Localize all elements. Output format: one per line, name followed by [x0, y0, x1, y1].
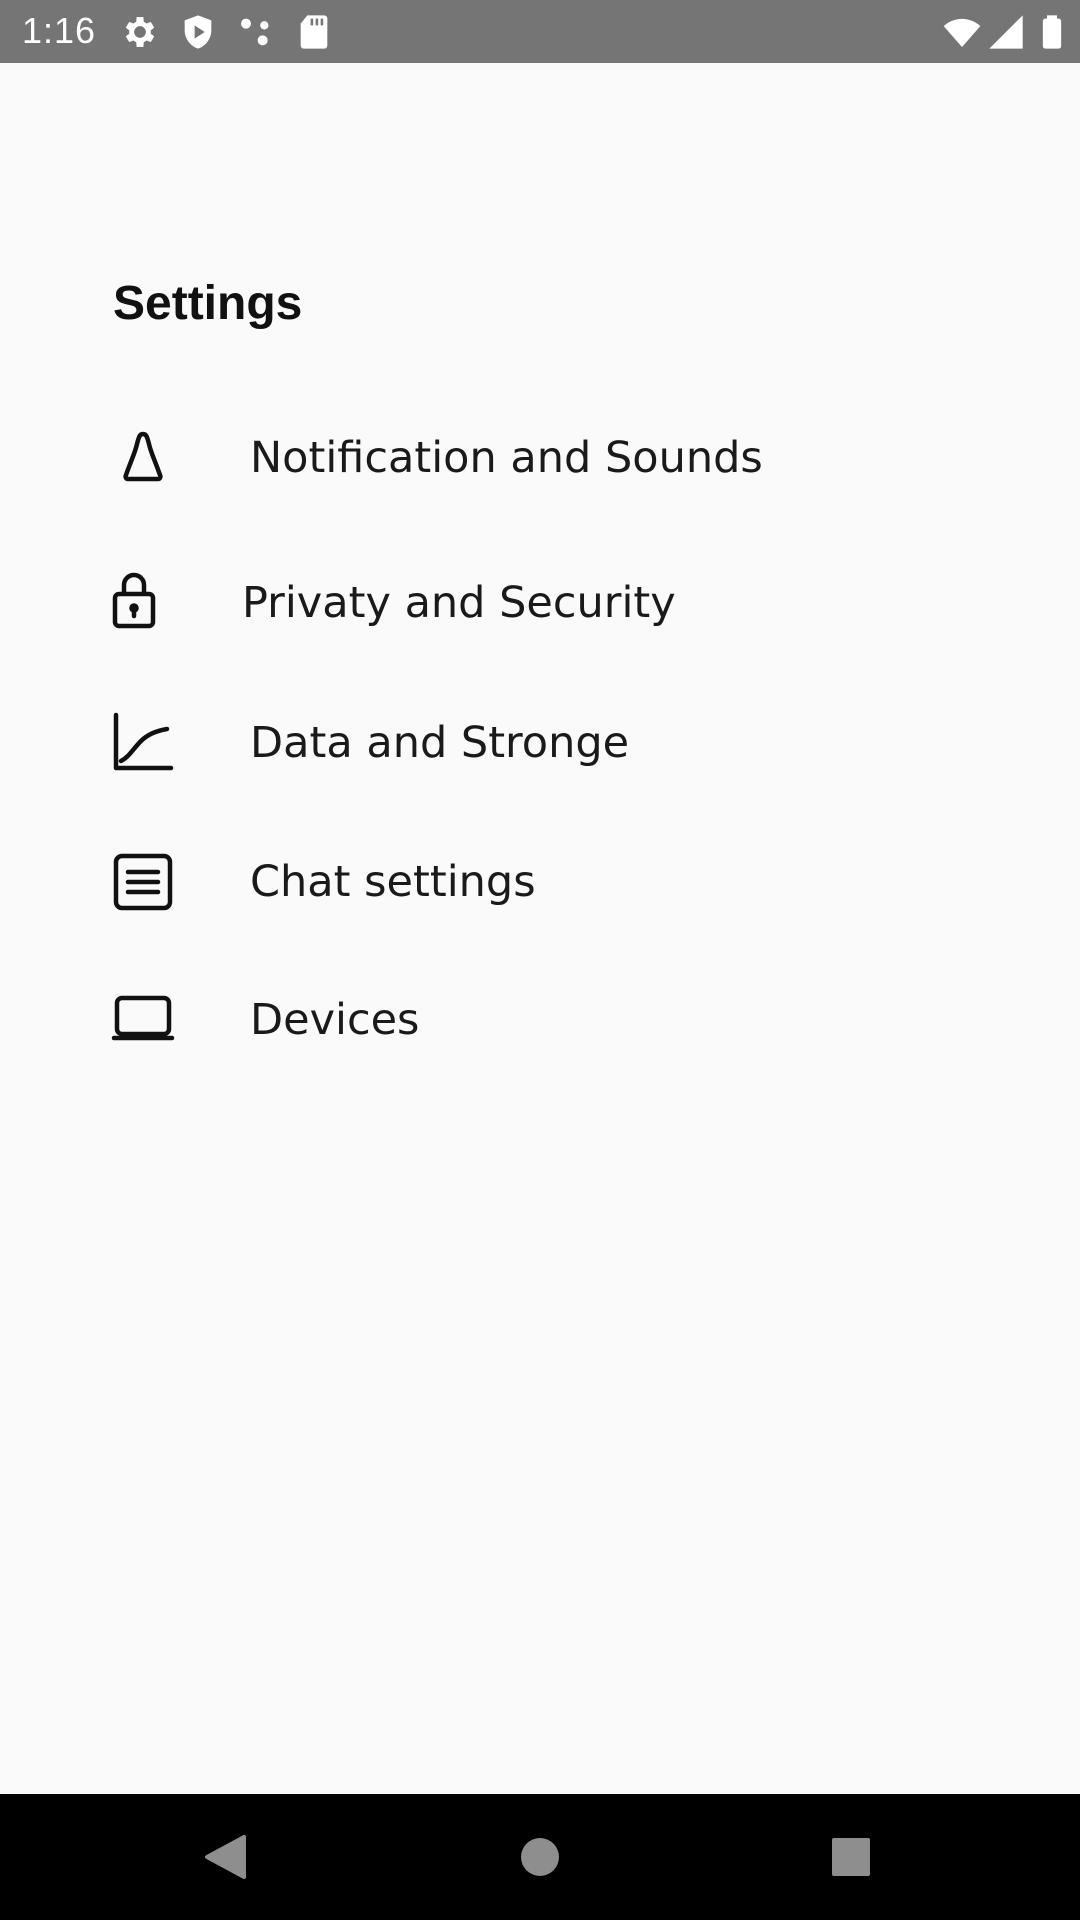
laptop-icon: [111, 988, 175, 1052]
page-title: Settings: [113, 277, 303, 330]
chat-list-icon: [111, 850, 175, 914]
settings-item-label: Chat settings: [250, 857, 536, 907]
dots-icon: [236, 12, 276, 52]
settings-gear-icon: [120, 12, 160, 52]
shield-icon: [178, 12, 218, 52]
sd-card-icon: [294, 12, 334, 52]
chart-icon: [111, 711, 175, 775]
status-time: 1:16: [22, 10, 97, 51]
battery-icon: [1032, 12, 1072, 52]
settings-item-label: Notification and Sounds: [250, 433, 763, 483]
navigation-bar: [0, 1794, 1080, 1920]
settings-item-privacy[interactable]: Privaty and Security: [0, 548, 1080, 658]
bell-icon: [111, 426, 175, 490]
recents-icon[interactable]: [816, 1824, 886, 1890]
settings-item-label: Devices: [250, 995, 420, 1045]
lock-icon: [102, 566, 166, 630]
settings-item-data-storage[interactable]: Data and Stronge: [0, 688, 1080, 798]
settings-item-notifications[interactable]: Notification and Sounds: [0, 403, 1080, 513]
wifi-icon: [942, 12, 982, 52]
status-bar: 1:16: [0, 0, 1080, 63]
settings-item-chat[interactable]: Chat settings: [0, 827, 1080, 937]
settings-item-label: Privaty and Security: [242, 578, 676, 628]
settings-item-label: Data and Stronge: [250, 718, 630, 768]
signal-icon: [986, 12, 1026, 52]
home-icon[interactable]: [505, 1824, 575, 1890]
back-icon[interactable]: [190, 1824, 260, 1890]
settings-item-devices[interactable]: Devices: [0, 965, 1080, 1075]
